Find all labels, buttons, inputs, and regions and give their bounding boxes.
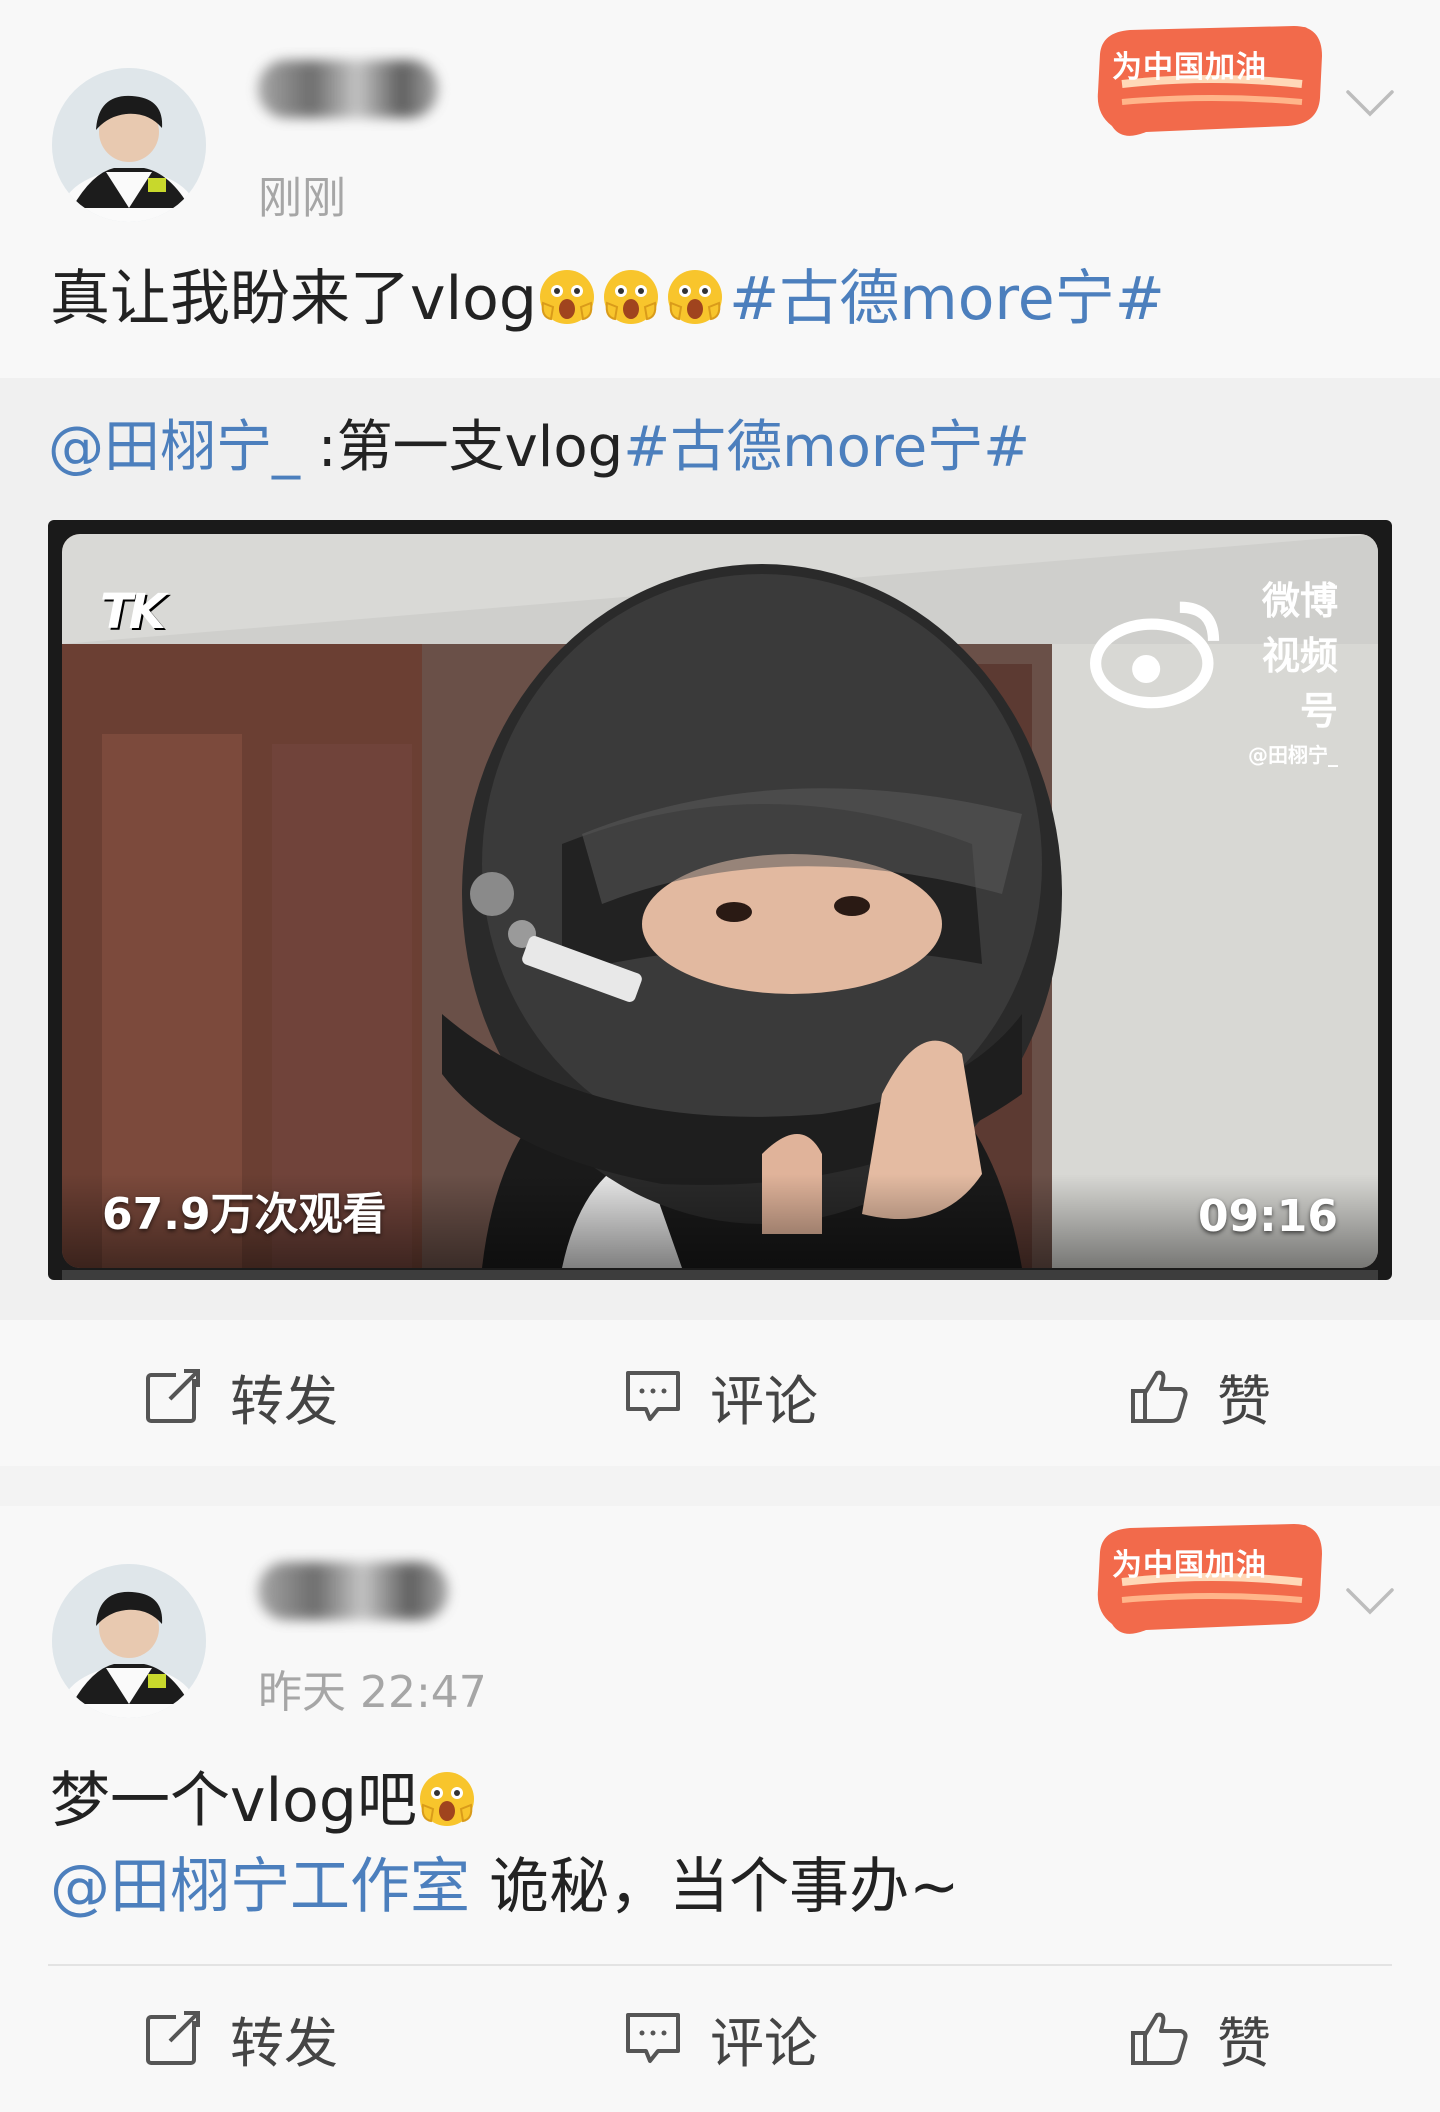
weibo-post: 刚刚 为中国加油 真让我盼来了vlog #古德more宁# @田栩宁_ :第一支v…	[0, 0, 1440, 1466]
action-bar: 转发 评论 赞	[0, 1968, 1440, 2108]
comment-label: 评论	[710, 1369, 818, 1433]
repost-label: 转发	[230, 2011, 338, 2075]
hashtag-link[interactable]: #古德more宁#	[623, 415, 1030, 480]
share-icon	[146, 1365, 204, 1423]
post-text-line1: 梦一个vlog吧	[50, 1766, 417, 1836]
video-thumbnail: TK 微博视频号 @田栩宁_ 67.9万次观看 09:16	[62, 534, 1378, 1268]
chevron-down-icon[interactable]	[1344, 88, 1396, 118]
badge-cheer-china: 为中国加油	[1082, 1512, 1330, 1640]
post-content: 梦一个vlog吧 @田栩宁工作室 诡秘，当个事办~	[50, 1758, 959, 1930]
avatar[interactable]	[52, 1564, 206, 1718]
thumbs-up-icon	[1131, 1370, 1188, 1423]
repost-button[interactable]: 转发	[0, 1326, 480, 1466]
repost-text: @田栩宁_ :第一支vlog#古德more宁#	[48, 408, 1030, 488]
comment-label: 评论	[710, 2011, 818, 2075]
scared-face-emoji	[601, 267, 661, 327]
badge-cheer-china: 为中国加油	[1082, 14, 1330, 142]
scared-face-emoji	[537, 267, 597, 327]
badge-label: 为中国加油	[1112, 1548, 1267, 1583]
hashtag-link[interactable]: #古德more宁#	[729, 264, 1165, 334]
post-text-line2: 诡秘，当个事办~	[470, 1852, 960, 1922]
comment-button[interactable]: 评论	[480, 1326, 960, 1466]
scared-face-emoji	[665, 267, 725, 327]
scared-face-emoji	[417, 1769, 477, 1829]
share-icon	[146, 2007, 204, 2065]
post-timestamp: 昨天 22:47	[258, 1667, 487, 1718]
post-text: 真让我盼来了vlog	[50, 264, 537, 334]
username-redacted[interactable]	[258, 60, 438, 118]
like-label: 赞	[1217, 1369, 1271, 1433]
like-button[interactable]: 赞	[960, 1326, 1440, 1466]
weibo-icon	[1089, 601, 1220, 709]
action-bar: 转发 评论 赞	[0, 1326, 1440, 1466]
view-count: 67.9万次观看	[102, 1189, 387, 1240]
like-button[interactable]: 赞	[960, 1968, 1440, 2108]
repost-label: 转发	[230, 1369, 338, 1433]
badge-label: 为中国加油	[1112, 50, 1267, 85]
post-timestamp: 刚刚	[258, 173, 346, 224]
comment-icon	[626, 1371, 680, 1421]
thumbs-up-icon	[1131, 2012, 1188, 2065]
repost-button[interactable]: 转发	[0, 1968, 480, 2108]
post-content: 真让我盼来了vlog #古德more宁#	[50, 256, 1165, 342]
platform-watermark: 微博视频号 @田栩宁_	[1089, 570, 1338, 768]
comment-icon	[626, 2013, 680, 2063]
username-redacted[interactable]	[258, 1562, 448, 1620]
like-label: 赞	[1217, 2011, 1271, 2075]
comment-button[interactable]: 评论	[480, 1968, 960, 2108]
weibo-post: 昨天 22:47 为中国加油 梦一个vlog吧 @田栩宁工作室 诡秘，当个事办~…	[0, 1506, 1440, 2112]
channel-logo: TK	[100, 584, 166, 640]
chevron-down-icon[interactable]	[1344, 1586, 1396, 1616]
avatar[interactable]	[52, 68, 206, 222]
mention-link[interactable]: @田栩宁_	[48, 415, 300, 480]
repost-body: :第一支vlog	[300, 415, 624, 480]
platform-label: 微博视频号	[1261, 579, 1338, 733]
video-progress-bar[interactable]	[62, 1270, 1378, 1280]
platform-account: @田栩宁_	[1248, 743, 1338, 767]
reposted-content[interactable]: @田栩宁_ :第一支vlog#古德more宁# TK 微博视频号 @田栩宁_ 6…	[0, 378, 1440, 1320]
video-player[interactable]: TK 微博视频号 @田栩宁_ 67.9万次观看 09:16	[48, 520, 1392, 1280]
mention-link[interactable]: @田栩宁工作室	[50, 1852, 470, 1922]
divider	[48, 1964, 1392, 1966]
video-duration: 09:16	[1197, 1191, 1338, 1242]
